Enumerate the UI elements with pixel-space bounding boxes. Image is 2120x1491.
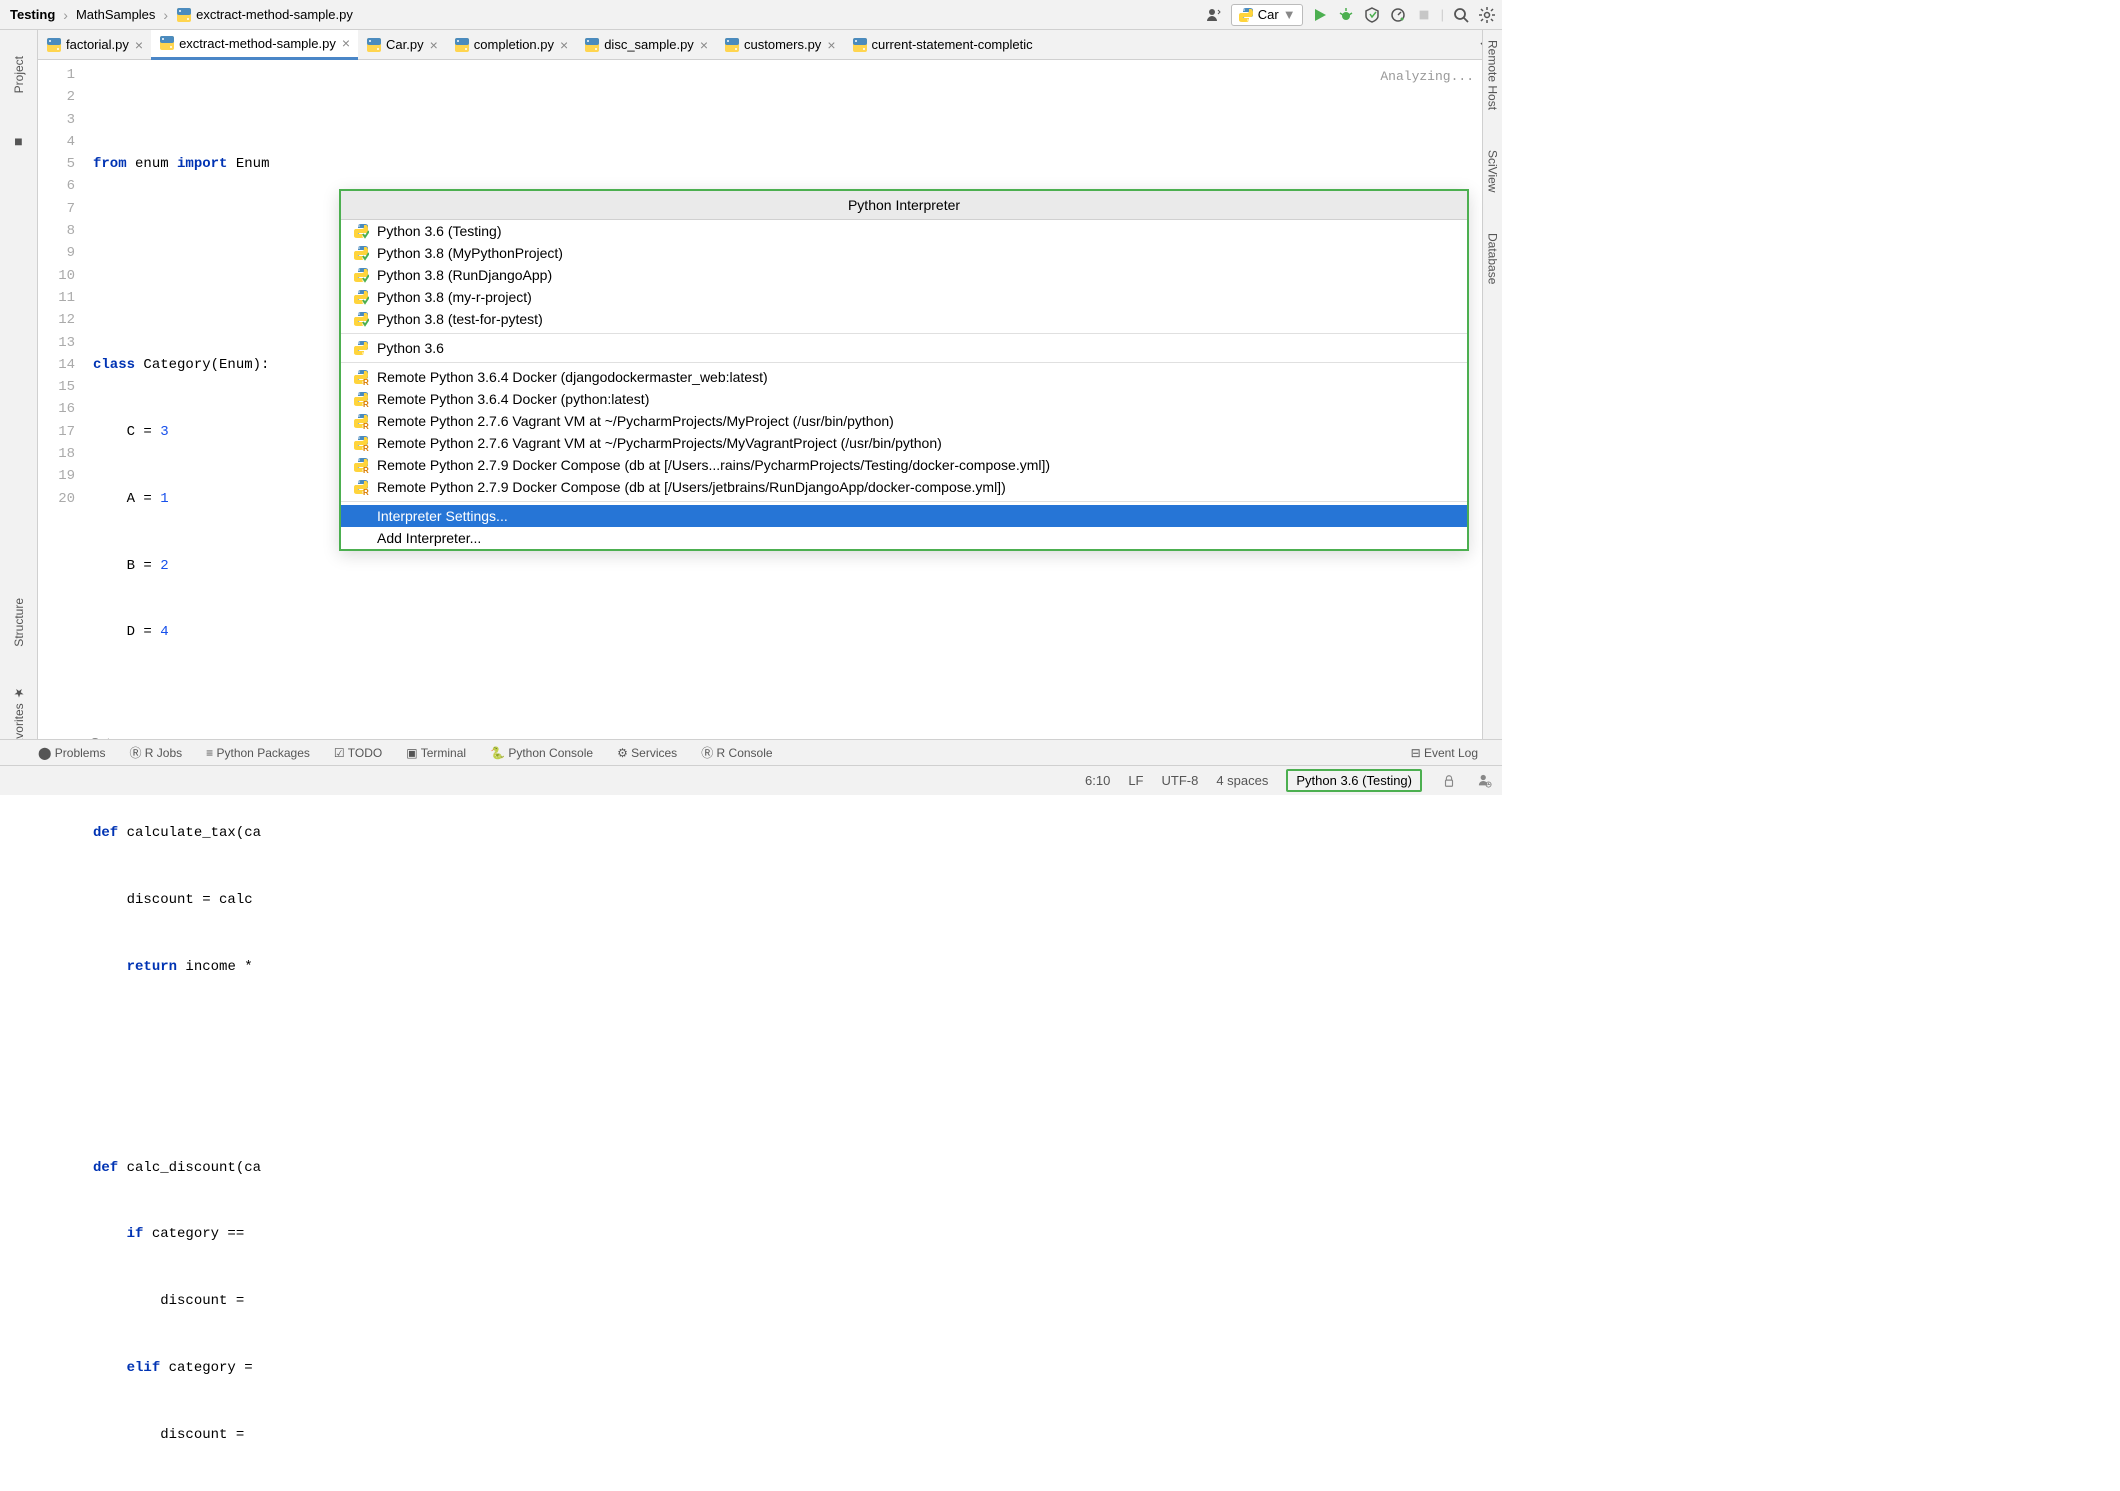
- sciview-tool[interactable]: SciView: [1486, 150, 1500, 192]
- close-icon[interactable]: ×: [560, 37, 568, 53]
- debug-button[interactable]: [1337, 6, 1355, 24]
- python-remote-icon: [353, 435, 369, 451]
- python-icon: [353, 289, 369, 305]
- breadcrumbs: Testing › MathSamples › exctract-method-…: [6, 5, 1205, 25]
- python-packages-tool[interactable]: ≡ Python Packages: [206, 746, 310, 760]
- left-tool-strip: Project ■ Structure Favorites ★: [0, 30, 38, 765]
- cursor-position[interactable]: 6:10: [1085, 773, 1110, 788]
- user-icon[interactable]: [1205, 6, 1223, 24]
- event-log-tool[interactable]: ⊟ Event Log: [1411, 746, 1478, 760]
- close-icon[interactable]: ×: [342, 35, 350, 51]
- interpreter-option[interactable]: Python 3.8 (my-r-project): [341, 286, 1467, 308]
- interpreter-option[interactable]: Python 3.8 (RunDjangoApp): [341, 264, 1467, 286]
- python-file-icon: [454, 37, 470, 53]
- interpreter-option[interactable]: Python 3.6 (Testing): [341, 220, 1467, 242]
- python-file-icon: [366, 37, 382, 53]
- python-file-icon: [159, 35, 175, 51]
- python-console-tool[interactable]: 🐍 Python Console: [490, 746, 593, 760]
- interpreter-popup: Python Interpreter Python 3.6 (Testing) …: [339, 189, 1469, 551]
- chevron-right-icon: ›: [63, 7, 68, 23]
- python-file-icon: [584, 37, 600, 53]
- tab-disc-sample[interactable]: disc_sample.py×: [576, 30, 716, 60]
- tab-current-statement[interactable]: current-statement-completic: [844, 30, 1041, 60]
- gutter: 12345 678910 1112131415 1617181920: [38, 60, 93, 735]
- close-icon[interactable]: ×: [827, 37, 835, 53]
- interpreter-option[interactable]: Remote Python 2.7.9 Docker Compose (db a…: [341, 454, 1467, 476]
- popup-body: Python 3.6 (Testing) Python 3.8 (MyPytho…: [341, 220, 1467, 549]
- interpreter-option[interactable]: Remote Python 3.6.4 Docker (python:lates…: [341, 388, 1467, 410]
- breadcrumb-root[interactable]: Testing: [6, 5, 59, 24]
- tab-extract-method[interactable]: exctract-method-sample.py×: [151, 30, 358, 60]
- stop-button[interactable]: [1415, 6, 1433, 24]
- python-file-icon: [176, 7, 192, 23]
- r-console-tool[interactable]: Ⓡ R Console: [701, 744, 772, 761]
- editor-tabs: factorial.py× exctract-method-sample.py×…: [0, 30, 1502, 60]
- problems-tool[interactable]: ⬤ Problems: [38, 746, 105, 760]
- tab-customers[interactable]: customers.py×: [716, 30, 844, 60]
- inspection-icon[interactable]: [1476, 772, 1494, 790]
- interpreter-option[interactable]: Python 3.6: [341, 337, 1467, 359]
- search-button[interactable]: [1452, 6, 1470, 24]
- interpreter-option[interactable]: Remote Python 3.6.4 Docker (djangodocker…: [341, 366, 1467, 388]
- interpreter-option[interactable]: Remote Python 2.7.6 Vagrant VM at ~/Pych…: [341, 410, 1467, 432]
- python-icon: [353, 223, 369, 239]
- project-icon: ■: [14, 133, 22, 149]
- right-tool-strip: Remote Host SciView Database: [1482, 30, 1502, 765]
- python-file-icon: [852, 37, 868, 53]
- python-remote-icon: [353, 457, 369, 473]
- encoding[interactable]: UTF-8: [1161, 773, 1198, 788]
- close-icon[interactable]: ×: [700, 37, 708, 53]
- chevron-down-icon: ▼: [1283, 7, 1296, 22]
- chevron-right-icon: ›: [163, 7, 168, 23]
- interpreter-settings-action[interactable]: Interpreter Settings...: [341, 505, 1467, 527]
- indent[interactable]: 4 spaces: [1216, 773, 1268, 788]
- navigation-bar: Testing › MathSamples › exctract-method-…: [0, 0, 1502, 30]
- profile-button[interactable]: [1389, 6, 1407, 24]
- python-remote-icon: [353, 413, 369, 429]
- python-icon: [353, 311, 369, 327]
- interpreter-option[interactable]: Python 3.8 (MyPythonProject): [341, 242, 1467, 264]
- python-remote-icon: [353, 479, 369, 495]
- settings-button[interactable]: [1478, 6, 1496, 24]
- python-icon: [353, 245, 369, 261]
- coverage-button[interactable]: [1363, 6, 1381, 24]
- popup-title: Python Interpreter: [341, 191, 1467, 220]
- interpreter-option[interactable]: Remote Python 2.7.9 Docker Compose (db a…: [341, 476, 1467, 498]
- database-tool[interactable]: Database: [1486, 233, 1500, 284]
- run-config-selector[interactable]: Car ▼: [1231, 4, 1303, 26]
- status-bar: 6:10 LF UTF-8 4 spaces Python 3.6 (Testi…: [0, 765, 1502, 795]
- python-icon: [353, 340, 369, 356]
- bottom-tool-bar: ⬤ Problems Ⓡ R Jobs ≡ Python Packages ☑ …: [0, 739, 1502, 765]
- remote-host-tool[interactable]: Remote Host: [1486, 40, 1500, 110]
- interpreter-option[interactable]: Remote Python 2.7.6 Vagrant VM at ~/Pych…: [341, 432, 1467, 454]
- python-file-icon: [46, 37, 62, 53]
- line-separator[interactable]: LF: [1128, 773, 1143, 788]
- r-jobs-tool[interactable]: Ⓡ R Jobs: [129, 744, 182, 761]
- project-tool[interactable]: Project: [12, 56, 26, 93]
- analyzing-label: Analyzing...: [1380, 66, 1474, 88]
- tab-factorial[interactable]: factorial.py×: [38, 30, 151, 60]
- python-remote-icon: [353, 369, 369, 385]
- close-icon[interactable]: ×: [430, 37, 438, 53]
- python-interpreter-status[interactable]: Python 3.6 (Testing): [1286, 769, 1422, 792]
- run-button[interactable]: [1311, 6, 1329, 24]
- services-tool[interactable]: ⚙ Services: [617, 746, 677, 760]
- todo-tool[interactable]: ☑ TODO: [334, 746, 382, 760]
- add-interpreter-action[interactable]: Add Interpreter...: [341, 527, 1467, 549]
- python-icon: [1238, 7, 1254, 23]
- tab-completion[interactable]: completion.py×: [446, 30, 576, 60]
- structure-tool[interactable]: Structure: [12, 598, 26, 647]
- python-file-icon: [724, 37, 740, 53]
- tab-car[interactable]: Car.py×: [358, 30, 446, 60]
- lock-icon[interactable]: [1440, 772, 1458, 790]
- interpreter-option[interactable]: Python 3.8 (test-for-pytest): [341, 308, 1467, 330]
- close-icon[interactable]: ×: [135, 37, 143, 53]
- python-remote-icon: [353, 391, 369, 407]
- terminal-tool[interactable]: ▣ Terminal: [406, 746, 466, 760]
- breadcrumb-folder[interactable]: MathSamples: [72, 5, 159, 24]
- python-icon: [353, 267, 369, 283]
- breadcrumb-file[interactable]: exctract-method-sample.py: [172, 5, 357, 25]
